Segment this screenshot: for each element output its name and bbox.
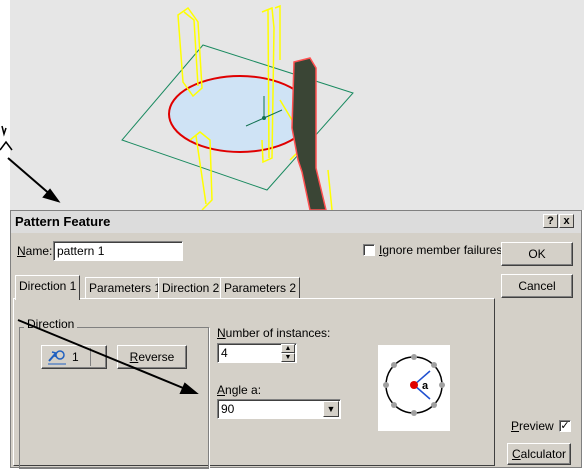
angle-select[interactable]: 90 ▼: [217, 399, 341, 419]
name-input[interactable]: pattern 1: [53, 241, 183, 261]
spin-down-icon[interactable]: ▼: [281, 353, 295, 362]
dialog-title: Pattern Feature: [15, 214, 111, 229]
close-button[interactable]: x: [559, 214, 574, 228]
instances-spinner[interactable]: ▲ ▼: [281, 344, 295, 364]
reverse-button[interactable]: Reverse: [117, 345, 187, 369]
model-viewport[interactable]: [10, 0, 584, 210]
extruded-body: [291, 57, 327, 210]
angle-symbol: a: [422, 380, 429, 392]
ok-button[interactable]: OK: [501, 242, 573, 266]
direction-reference-button[interactable]: 1: [41, 345, 107, 369]
ignore-failures-label: Ignore member failures: [379, 243, 503, 257]
angle-diagram: a: [378, 345, 450, 431]
direction-reference-value: 1: [72, 350, 79, 364]
tab-parameters-2[interactable]: Parameters 2: [220, 277, 301, 299]
direction-group-title: Direction: [24, 317, 78, 331]
help-button[interactable]: ?: [543, 214, 558, 228]
spin-up-icon[interactable]: ▲: [281, 344, 295, 353]
pattern-direction-icon: [48, 350, 66, 365]
pattern-feature-dialog: Pattern Feature ? x Name: pattern 1 Igno…: [10, 210, 582, 469]
model-viewport-graphics: [121, 4, 354, 210]
cancel-button[interactable]: Cancel: [501, 274, 573, 298]
ignore-failures-checkbox[interactable]: [363, 244, 375, 256]
tab-direction-1[interactable]: Direction 1: [15, 275, 81, 300]
preview-checkbox[interactable]: ✓: [559, 420, 571, 432]
tab-parameters-1[interactable]: Parameters 1: [85, 277, 166, 299]
title-bar[interactable]: Pattern Feature ? x: [11, 211, 581, 233]
chevron-down-icon[interactable]: ▼: [323, 401, 339, 417]
preview-label: Preview: [511, 419, 554, 433]
tab-direction-2[interactable]: Direction 2: [158, 277, 224, 299]
calculator-button[interactable]: Calculator: [507, 443, 571, 465]
instances-value: 4: [221, 346, 228, 360]
instances-label: Number of instances:: [217, 326, 331, 340]
selected-circle-face: [168, 75, 312, 153]
circular-pattern-diagram: a: [383, 354, 445, 416]
instances-input[interactable]: 4 ▲ ▼: [217, 343, 297, 363]
angle-label: Angle a:: [217, 383, 262, 397]
angle-value: 90: [221, 402, 235, 416]
name-label: Name:: [17, 244, 53, 258]
